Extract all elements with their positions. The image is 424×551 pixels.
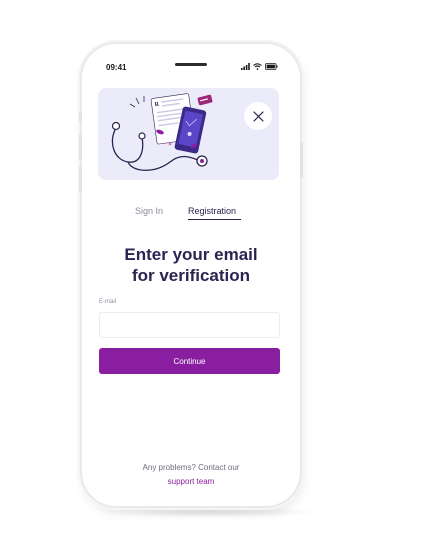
email-field[interactable] bbox=[99, 312, 280, 338]
continue-button-label: Continue bbox=[173, 356, 206, 366]
side-button-right bbox=[300, 142, 303, 178]
speaker-notch bbox=[175, 63, 207, 66]
status-icons bbox=[241, 63, 278, 70]
wifi-icon bbox=[253, 63, 262, 70]
page-title-line-2: for verification bbox=[131, 266, 251, 285]
continue-button[interactable]: Continue bbox=[99, 348, 280, 374]
tab-registration[interactable]: Registration bbox=[188, 206, 236, 216]
battery-icon bbox=[265, 63, 278, 70]
side-button-left-3 bbox=[79, 166, 82, 192]
hero-illustration-panel: R bbox=[98, 88, 279, 180]
status-bar: 09:41 bbox=[92, 54, 290, 82]
active-tab-indicator bbox=[188, 219, 241, 220]
phone-shadow bbox=[98, 506, 320, 518]
stethoscope-illustration: R bbox=[111, 93, 213, 171]
page-title: Enter your email for verification bbox=[92, 244, 290, 286]
support-help-text: Any problems? Contact our bbox=[142, 463, 240, 472]
status-time: 09:41 bbox=[106, 63, 127, 72]
side-button-left-1 bbox=[79, 112, 82, 122]
side-button-left-2 bbox=[79, 134, 82, 160]
tab-sign-in[interactable]: Sign In bbox=[135, 206, 163, 216]
auth-tabs: Sign In Registration bbox=[92, 206, 290, 222]
close-button[interactable] bbox=[244, 102, 272, 130]
close-icon bbox=[252, 110, 264, 122]
support-team-link[interactable]: support team bbox=[92, 477, 290, 486]
app-screen: 09:41 R Sign In Registration Enter your … bbox=[92, 54, 290, 496]
page-title-line-1: Enter your email bbox=[124, 245, 258, 264]
signal-icon bbox=[241, 63, 250, 70]
email-field-label: E-mail bbox=[99, 299, 117, 305]
